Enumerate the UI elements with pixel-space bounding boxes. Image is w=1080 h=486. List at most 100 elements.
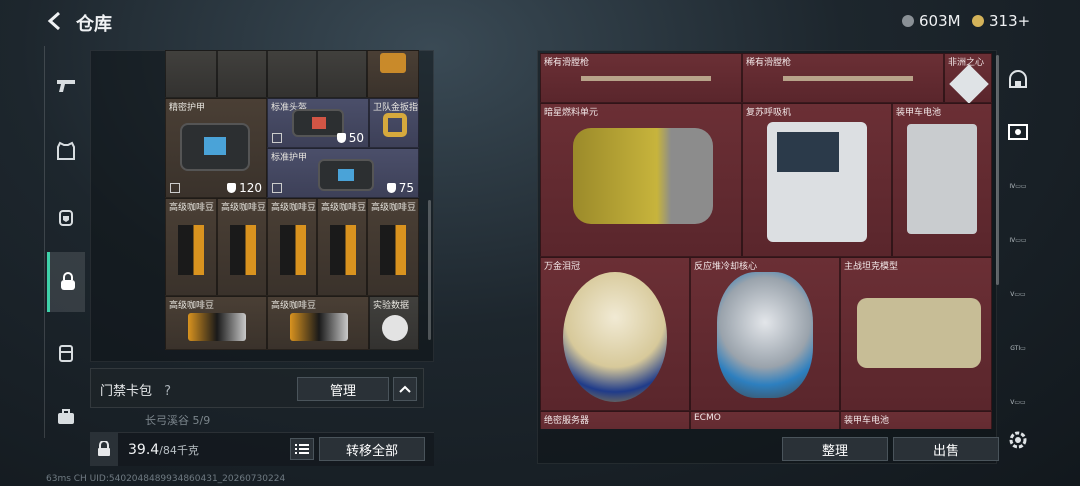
currency-b[interactable]: 313+: [972, 12, 1030, 30]
grid-slot-item[interactable]: [367, 50, 419, 98]
gear-icon: [1009, 431, 1027, 449]
item-cell[interactable]: 高级咖啡豆: [165, 296, 267, 350]
durability-value: 75: [398, 181, 414, 195]
storage-v-icon: V▭▭: [1010, 290, 1026, 298]
item-name: 稀有滑膛枪: [746, 58, 792, 68]
currency-b-value: 313+: [989, 12, 1031, 30]
item-cell[interactable]: 高级咖啡豆: [165, 198, 217, 296]
item-durability: 75: [386, 181, 414, 195]
item-name: 绝密服务器: [544, 416, 590, 426]
item-cell[interactable]: 复苏呼吸机: [742, 103, 892, 257]
rail-item-case[interactable]: [49, 400, 83, 434]
back-button[interactable]: [44, 10, 66, 32]
backpack-scrollbar[interactable]: [428, 200, 431, 340]
item-cell[interactable]: 高级咖啡豆: [367, 198, 419, 296]
rail-item-safe-box[interactable]: [1004, 66, 1032, 94]
keybag-title: 门禁卡包: [100, 384, 153, 399]
durability-value: 50: [348, 131, 364, 145]
item-durability: 50: [336, 131, 364, 145]
item-cell[interactable]: 反应堆冷却核心: [690, 257, 840, 411]
item-cell[interactable]: 万金泪冠: [540, 257, 690, 411]
sort-button[interactable]: 整理: [782, 437, 888, 461]
item-image: [380, 53, 406, 73]
item-name: 复苏呼吸机: [746, 108, 792, 118]
ventilator-image: [767, 122, 867, 242]
item-cell[interactable]: 装甲车电池: [840, 411, 992, 429]
help-icon[interactable]: ?: [164, 384, 171, 399]
collapse-button[interactable]: [393, 377, 417, 401]
item-name: 装甲车电池: [844, 416, 890, 426]
coffee-pack-image: [188, 313, 246, 341]
tank-model-image: [857, 298, 981, 368]
keybag-sublabel: 长弓溪谷 5/9: [145, 414, 211, 427]
manage-button[interactable]: 管理: [297, 377, 389, 401]
rail-item-weapons[interactable]: [49, 68, 83, 102]
rail-item-armor[interactable]: [49, 134, 83, 168]
grid-slot-empty[interactable]: [217, 50, 267, 98]
item-name: 高级咖啡豆: [371, 203, 417, 213]
item-cell[interactable]: 绝密服务器: [540, 411, 690, 429]
item-name: 反应堆冷却核心: [694, 262, 758, 272]
item-cell[interactable]: 高级咖啡豆: [217, 198, 267, 296]
rail-item-storage-gti[interactable]: GTI▭: [1004, 334, 1032, 362]
backpack-grid[interactable]: 精密护甲 120 标准头盔 50 卫队金扳指 标准护甲 75 高级咖啡豆 高级咖…: [165, 50, 419, 350]
helmet-panel: [312, 117, 326, 129]
item-cell[interactable]: 暗星燃料单元: [540, 103, 742, 257]
item-cell[interactable]: 精密护甲 120: [165, 98, 267, 198]
diamond-image: [949, 64, 989, 104]
storage-scrollbar[interactable]: [996, 55, 999, 285]
capacity-readout: 39.4/84千克: [128, 442, 199, 458]
rail-item-vest[interactable]: [49, 336, 83, 370]
item-cell[interactable]: 标准护甲 75: [267, 148, 419, 198]
rail-item-storage-iv-b[interactable]: IV▭▭: [1004, 226, 1032, 254]
item-cell[interactable]: 卫队金扳指: [369, 98, 419, 148]
rail-item-storage-vi[interactable]: V▭▭: [1004, 388, 1032, 416]
item-cell[interactable]: 主战坦克模型: [840, 257, 992, 411]
item-durability: 120: [227, 181, 262, 195]
item-cell[interactable]: 稀有滑膛枪: [540, 53, 742, 103]
item-name: 高级咖啡豆: [169, 203, 215, 213]
item-name: 实验数据: [373, 301, 410, 311]
ventilator-screen: [777, 132, 839, 172]
list-view-button[interactable]: [290, 438, 314, 460]
rail-item-backpack[interactable]: [49, 200, 83, 234]
rail-item-bag[interactable]: [47, 252, 85, 312]
transfer-all-button[interactable]: 转移全部: [319, 437, 425, 461]
item-cell[interactable]: 稀有滑膛枪: [742, 53, 944, 103]
musket-image: [783, 76, 913, 81]
item-cell[interactable]: 装甲车电池: [892, 103, 992, 257]
storage-grid[interactable]: 稀有滑膛枪 稀有滑膛枪 非洲之心 暗星燃料单元 复苏呼吸机 装甲车电池 万金泪冠…: [540, 53, 992, 429]
no-trade-icon: [272, 133, 282, 143]
faberge-egg-image: [563, 272, 667, 402]
rail-item-storage-iv[interactable]: IV▭▭: [1004, 172, 1032, 200]
settings-button[interactable]: [1006, 428, 1030, 452]
grid-slot-empty[interactable]: [267, 50, 317, 98]
page-title: 仓库: [76, 14, 112, 35]
item-cell[interactable]: 高级咖啡豆: [267, 198, 317, 296]
item-cell[interactable]: 高级咖啡豆: [317, 198, 367, 296]
item-cell[interactable]: 非洲之心: [944, 53, 992, 104]
durability-value: 120: [239, 181, 262, 195]
grid-slot-empty[interactable]: [165, 50, 217, 98]
armor-screen: [338, 169, 354, 181]
item-cell[interactable]: 标准头盔 50: [267, 98, 369, 148]
rail-item-vault[interactable]: [1004, 118, 1032, 146]
item-cell[interactable]: 高级咖啡豆: [267, 296, 369, 350]
grid-slot-empty[interactable]: [317, 50, 367, 98]
item-name: 稀有滑膛枪: [544, 58, 590, 68]
rail-item-storage-v[interactable]: V▭▭: [1004, 280, 1032, 308]
storage-iv-icon: IV▭▭: [1009, 182, 1027, 190]
backpack-shield-icon: [59, 210, 73, 226]
disc-image: [382, 315, 408, 341]
lock-button[interactable]: [90, 432, 118, 466]
item-name: 卫队金扳指: [373, 103, 419, 113]
item-name: 装甲车电池: [896, 108, 942, 118]
item-name: 万金泪冠: [544, 262, 581, 272]
storage-iv-b-icon: IV▭▭: [1009, 236, 1027, 244]
item-cell[interactable]: ECMO: [690, 411, 840, 429]
keybag-label: 门禁卡包 ?: [100, 380, 171, 399]
item-name: 暗星燃料单元: [544, 108, 599, 118]
back-arrow-icon: [47, 11, 60, 31]
sell-button[interactable]: 出售: [893, 437, 999, 461]
item-cell[interactable]: 实验数据: [369, 296, 419, 350]
